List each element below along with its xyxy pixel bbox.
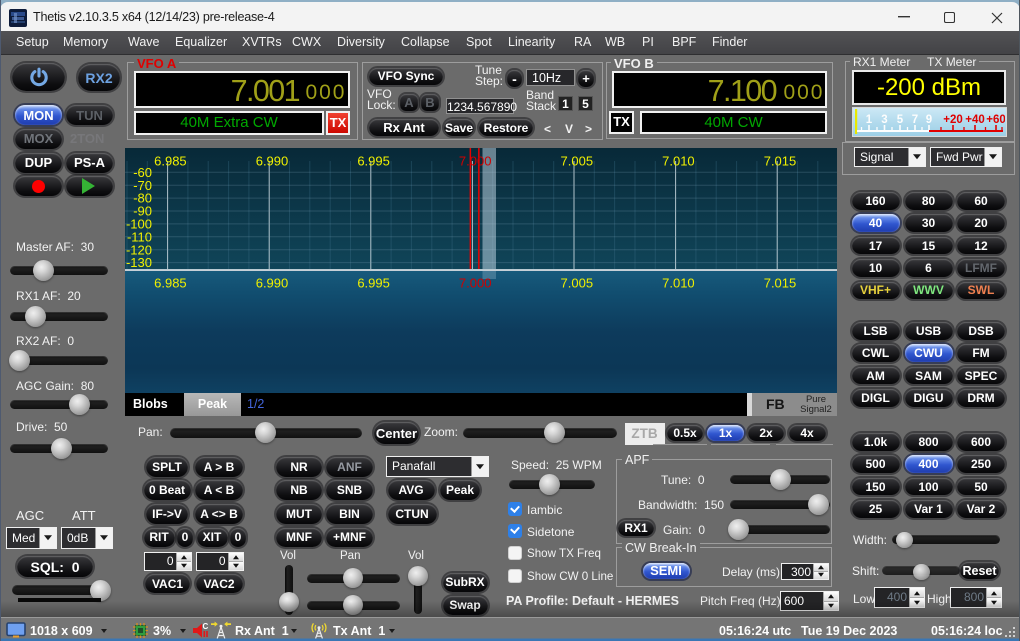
svg-text:7.000: 7.000 — [459, 154, 492, 169]
svg-text:3: 3 — [881, 114, 887, 126]
svg-text:7.010: 7.010 — [662, 276, 695, 291]
svg-text:-130: -130 — [126, 255, 152, 270]
svg-text:6.985: 6.985 — [154, 154, 187, 169]
svg-text:7.000: 7.000 — [459, 276, 492, 291]
svg-text:7.005: 7.005 — [561, 276, 594, 291]
svg-text:1: 1 — [866, 114, 873, 126]
svg-text:9: 9 — [926, 114, 932, 126]
svg-text:6.985: 6.985 — [154, 276, 187, 291]
svg-text:6.995: 6.995 — [357, 276, 390, 291]
svg-text:7.005: 7.005 — [561, 154, 594, 169]
svg-text:+20: +20 — [943, 114, 963, 126]
svg-text:6.990: 6.990 — [256, 154, 289, 169]
svg-text:5: 5 — [897, 114, 904, 126]
svg-text:C: C — [203, 622, 209, 631]
svg-text:6.990: 6.990 — [256, 276, 289, 291]
svg-text:6.995: 6.995 — [357, 154, 390, 169]
svg-text:7.015: 7.015 — [764, 154, 797, 169]
svg-text:7.015: 7.015 — [764, 276, 797, 291]
svg-text:7.010: 7.010 — [662, 154, 695, 169]
svg-text:7: 7 — [912, 114, 918, 126]
svg-text:+60: +60 — [986, 114, 1005, 126]
svg-text:+40: +40 — [965, 114, 985, 126]
